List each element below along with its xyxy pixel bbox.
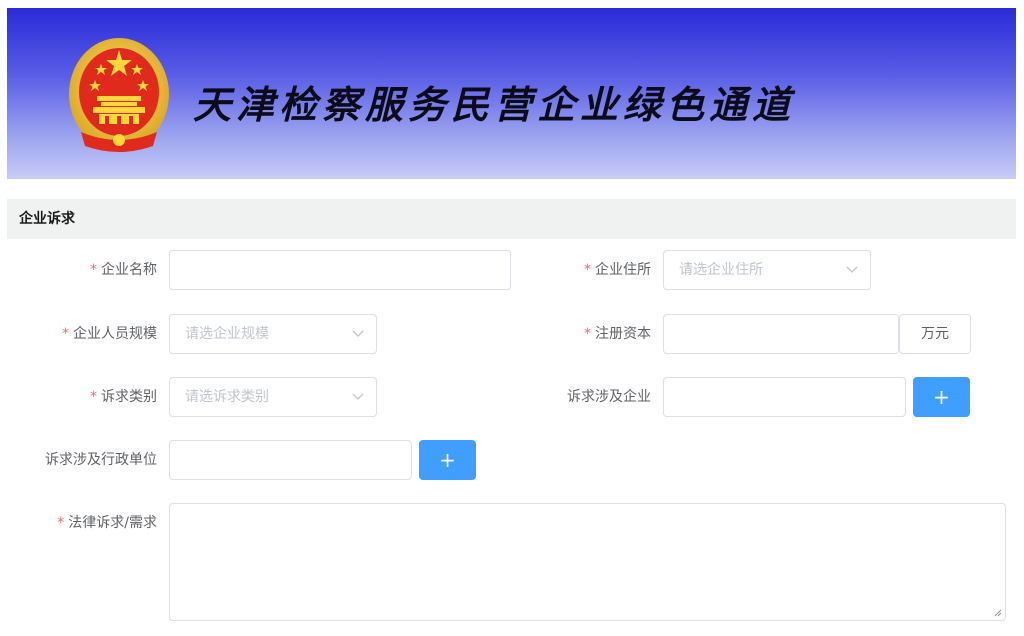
company-name-label: * 企业名称 [90, 260, 157, 280]
staff-size-label: * 企业人员规模 [62, 324, 157, 344]
required-mark: * [90, 389, 97, 405]
registered-capital-label-text: 注册资本 [595, 326, 651, 342]
required-mark: * [584, 262, 591, 278]
staff-size-select[interactable]: 请选企业规模 [169, 314, 377, 354]
required-mark: * [90, 262, 97, 278]
national-emblem-icon [69, 38, 169, 152]
company-name-label-text: 企业名称 [101, 262, 157, 278]
required-mark: * [62, 326, 69, 342]
company-address-select[interactable]: 请选企业住所 [663, 250, 871, 290]
required-mark: * [584, 326, 591, 342]
company-name-input[interactable] [169, 250, 511, 290]
company-address-label-text: 企业住所 [595, 262, 651, 278]
staff-size-label-text: 企业人员规模 [73, 326, 157, 342]
registered-capital-label: * 注册资本 [584, 324, 651, 344]
related-agency-input[interactable] [169, 440, 412, 480]
appeal-category-label-text: 诉求类别 [101, 389, 157, 405]
legal-appeal-textarea[interactable] [169, 503, 1006, 621]
appeal-category-placeholder: 请选诉求类别 [185, 389, 269, 405]
required-mark: * [57, 515, 65, 531]
appeal-category-select[interactable]: 请选诉求类别 [169, 377, 377, 417]
capital-unit-label: 万元 [899, 314, 971, 354]
add-related-agency-button[interactable]: + [419, 440, 476, 480]
banner-title: 天津检察服务民营企业绿色通道 [193, 82, 796, 127]
add-related-company-button[interactable]: + [913, 377, 970, 417]
legal-appeal-label-text: 法律诉求/需求 [68, 515, 157, 531]
chevron-down-icon [846, 251, 858, 289]
chevron-down-icon [352, 315, 364, 353]
related-company-label: 诉求涉及企业 [567, 389, 651, 405]
section-title: 企业诉求 [7, 199, 1016, 239]
company-address-placeholder: 请选企业住所 [679, 262, 763, 278]
related-agency-label: 诉求涉及行政单位 [45, 452, 157, 468]
legal-appeal-label: * 法律诉求/需求 [57, 513, 157, 533]
registered-capital-input[interactable] [663, 314, 899, 354]
staff-size-placeholder: 请选企业规模 [185, 326, 269, 342]
appeal-category-label: * 诉求类别 [90, 387, 157, 407]
chevron-down-icon [352, 378, 364, 416]
related-company-input[interactable] [663, 377, 906, 417]
resize-handle-icon[interactable] [994, 609, 1002, 617]
company-address-label: * 企业住所 [584, 260, 651, 280]
header-banner: 天津检察服务民营企业绿色通道 [7, 8, 1016, 179]
